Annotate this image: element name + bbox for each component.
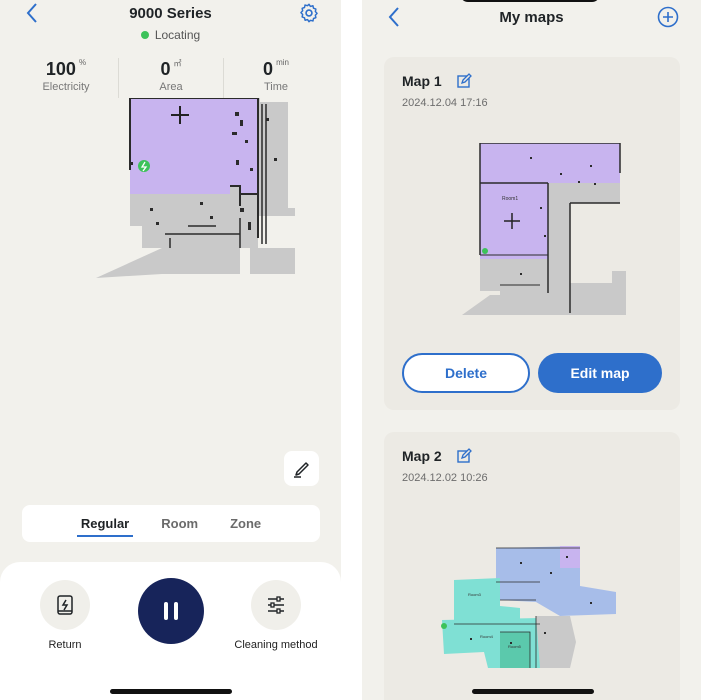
map-name: Map 1 [402,73,442,89]
stat-unit: ㎡ [173,59,182,68]
rename-map-button[interactable] [456,73,472,89]
map-date: 2024.12.04 17:16 [402,97,488,109]
stat-value: 100 [45,59,76,79]
cleaning-mode-tabs: Regular Room Zone [22,505,320,542]
map-card-1[interactable]: Map 1 2024.12.04 17:16 Room1 Delete Edit… [384,57,680,410]
delete-map-button[interactable]: Delete [402,353,530,393]
stat-label: Area [159,81,183,93]
map-floor [250,248,295,274]
room-label: Room3 [468,592,482,597]
map-floor [96,248,162,278]
add-circle-icon [657,6,679,28]
stat-time: 0 min Time [224,58,328,98]
room-label: Room5 [508,644,522,649]
page-title: My maps [499,9,564,26]
map-preview-2: Room3 Room4 Room5 [441,546,616,668]
stat-label: Electricity [42,81,90,93]
stat-label: Time [263,81,289,93]
settings-button[interactable] [298,2,320,24]
stat-value: 0 [160,59,171,79]
edit-map-button[interactable]: Edit map [538,353,662,393]
map-name: Map 2 [402,448,442,464]
stat-value: 0 [263,59,274,79]
stats-row: 100% Electricity 0 ㎡ Area 0 min Time [14,58,328,98]
stat-unit: min [276,58,289,67]
sliders-icon [268,596,284,614]
stat-area: 0 ㎡ Area [119,58,224,98]
edit-map-button[interactable] [284,451,319,486]
return-button[interactable] [40,580,90,630]
rename-map-button[interactable] [456,448,472,464]
tab-room[interactable]: Room [159,510,200,537]
pen-icon [293,461,309,478]
live-map[interactable] [90,98,310,282]
room-label: Room1 [502,196,518,202]
maps-screen: My maps Map 1 2024.12.04 17:16 Room1 Del… [362,0,701,700]
home-indicator [110,689,232,694]
cleaning-method-button[interactable] [251,580,301,630]
pause-button[interactable] [138,578,204,644]
home-indicator [472,689,594,694]
status-text: Locating [154,28,201,42]
edit-icon [457,73,472,88]
map-date: 2024.12.02 10:26 [402,472,488,484]
gear-icon [300,3,318,23]
status-dot [140,31,149,39]
tab-zone[interactable]: Zone [228,510,263,537]
screen-divider [341,0,362,700]
stat-unit: % [78,58,87,67]
add-map-button[interactable] [657,6,679,28]
device-status: Locating [0,28,341,42]
dynamic-island [460,0,600,2]
room-label: Room4 [480,634,494,639]
cleaning-method-label: Cleaning method [234,639,318,651]
dock-icon [57,595,73,615]
page-title: 9000 Series [129,5,212,22]
map-card-2[interactable]: Map 2 2024.12.02 10:26 Room3 Room4 Room5 [384,432,680,700]
device-screen: 9000 Series Locating 100% Electricity 0 ㎡… [0,0,341,700]
stat-electricity: 100% Electricity [14,58,119,98]
tab-regular[interactable]: Regular [76,510,134,537]
return-label: Return [48,639,82,651]
edit-icon [457,448,472,463]
map-preview-1: Room1 [462,143,626,315]
pause-icon [164,602,178,620]
